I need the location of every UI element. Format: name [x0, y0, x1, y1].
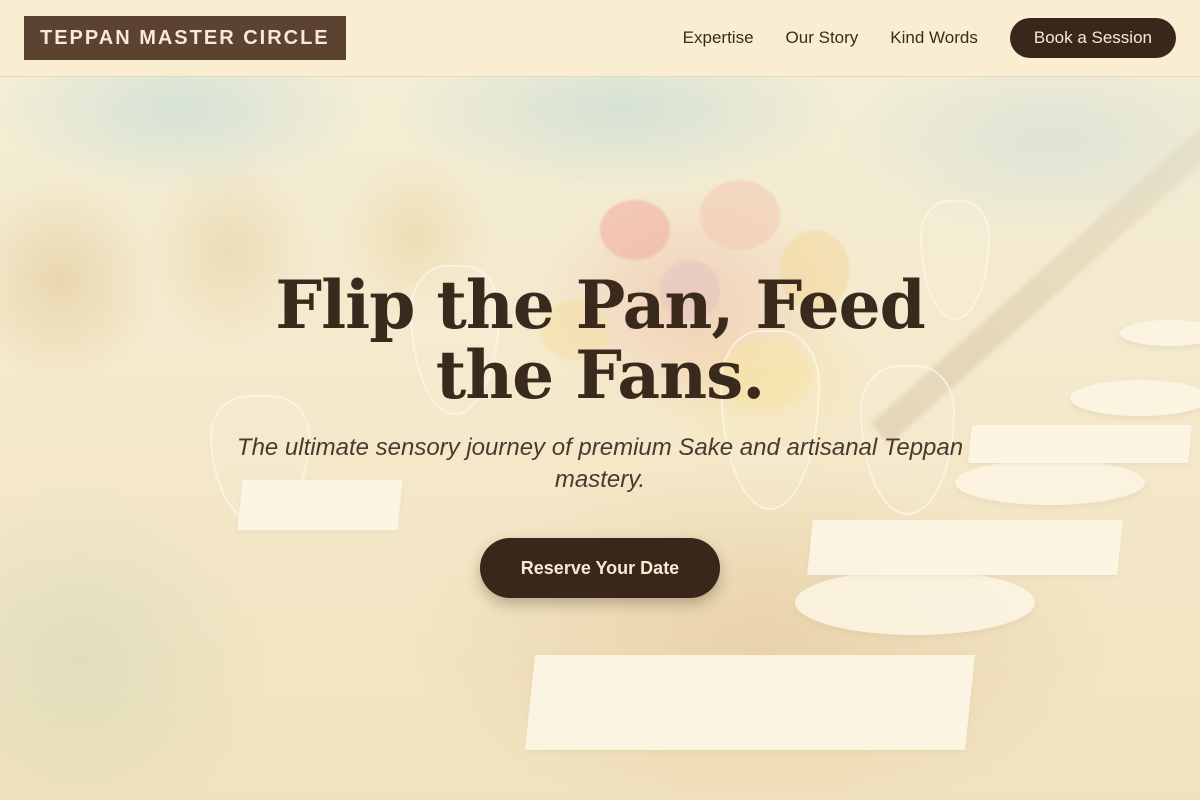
- hero-headline: Flip the Pan, Feed the Fans.: [275, 266, 926, 414]
- reserve-date-button[interactable]: Reserve Your Date: [480, 538, 720, 598]
- hero-subtitle: The ultimate sensory journey of premium …: [236, 434, 964, 493]
- nav-link-expertise[interactable]: Expertise: [683, 28, 754, 48]
- book-session-button[interactable]: Book a Session: [1009, 18, 1176, 58]
- nav-link-kind-words[interactable]: Kind Words: [890, 28, 978, 48]
- hero-section: Flip the Pan, Feed the Fans. The ultimat…: [0, 270, 1200, 598]
- nav-link-our-story[interactable]: Our Story: [786, 28, 859, 48]
- main-nav: Expertise Our Story Kind Words Book a Se…: [683, 18, 1176, 58]
- site-header: TEPPAN MASTER CIRCLE Expertise Our Story…: [0, 0, 1200, 77]
- site-logo[interactable]: TEPPAN MASTER CIRCLE: [24, 16, 346, 60]
